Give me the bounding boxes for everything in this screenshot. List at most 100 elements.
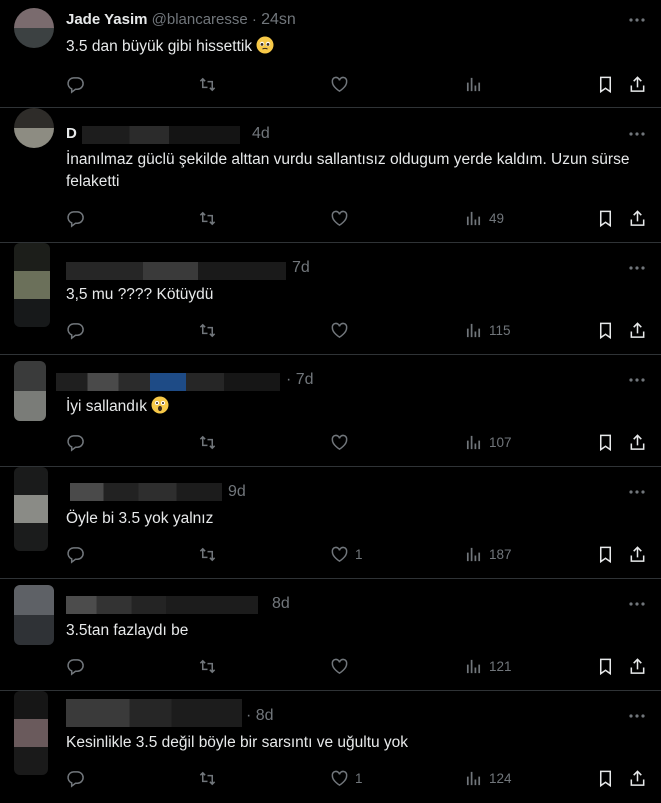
like-icon [330,209,349,228]
bookmark-button[interactable] [596,542,615,566]
bookmark-icon [596,657,615,676]
reply-text: Öyle bi 3.5 yok yalnız [66,510,214,527]
views-button[interactable]: 187 [464,542,512,566]
reply-time: · 8d [246,706,274,726]
bookmark-button[interactable] [596,206,615,230]
blurred-author [56,373,280,391]
blurred-author [70,483,222,501]
views-button[interactable]: 107 [464,430,512,454]
reply-text-content: 3.5 dan büyük gibi hissettik [66,38,253,55]
retweet-button[interactable] [198,318,217,342]
timestamp[interactable]: · 7d [286,371,314,388]
like-button[interactable] [330,72,355,96]
avatar[interactable] [14,361,46,421]
timestamp[interactable]: · 8d [246,707,274,724]
reply-item[interactable]: Jade Yasim @blancaresse · 24sn 3.5 dan b… [0,0,661,108]
more-icon[interactable] [627,594,647,614]
reply-text: Kesinlikle 3.5 değil böyle bir sarsıntı … [66,734,409,751]
like-icon [330,321,349,340]
like-icon [330,657,349,676]
bookmark-button[interactable] [596,430,615,454]
avatar[interactable] [14,8,54,48]
timestamp[interactable]: 9d [228,483,246,500]
avatar[interactable] [14,108,54,148]
more-icon[interactable] [627,258,647,278]
reply-item[interactable]: 7d 3,5 mu ???? Kötüydü 115 [0,243,661,355]
like-button[interactable] [330,430,355,454]
views-button[interactable]: 115 [464,318,511,342]
like-button[interactable]: 1 [330,766,363,790]
author-handle[interactable]: @blancaresse [152,11,248,28]
retweet-button[interactable] [198,542,217,566]
bookmark-button[interactable] [596,766,615,790]
reply-time: 9d [228,482,246,502]
reply-button[interactable] [66,318,85,342]
reply-item[interactable]: 9d Öyle bi 3.5 yok yalnız 1 187 [0,467,661,579]
author-name[interactable]: D [66,125,77,142]
retweet-button[interactable] [198,72,217,96]
more-icon[interactable] [627,10,647,30]
share-icon [628,433,647,452]
reply-item[interactable]: 8d 3.5tan fazlaydı be 121 [0,579,661,691]
reply-text: 3.5tan fazlaydı be [66,622,189,639]
reply-button[interactable] [66,206,85,230]
share-button[interactable] [628,430,647,454]
timestamp[interactable]: 8d [272,595,290,612]
views-count: 187 [489,546,512,562]
share-button[interactable] [628,206,647,230]
like-button[interactable]: 1 [330,542,363,566]
more-icon[interactable] [627,706,647,726]
timestamp[interactable]: 7d [292,259,310,276]
timestamp[interactable]: 24sn [261,11,296,28]
reply-button[interactable] [66,766,85,790]
blurred-handle [82,126,240,144]
more-icon[interactable] [627,482,647,502]
share-button[interactable] [628,72,647,96]
timestamp[interactable]: 4d [252,125,270,142]
share-button[interactable] [628,318,647,342]
like-icon [330,545,349,564]
like-button[interactable] [330,318,355,342]
retweet-icon [198,75,217,94]
reply-icon [66,75,85,94]
reply-button[interactable] [66,542,85,566]
retweet-button[interactable] [198,766,217,790]
like-icon [330,433,349,452]
retweet-button[interactable] [198,654,217,678]
share-button[interactable] [628,766,647,790]
views-button[interactable]: 124 [464,766,512,790]
astonished-face-emoji [151,396,169,414]
author-name[interactable]: Jade Yasim [66,11,147,28]
reply-button[interactable] [66,654,85,678]
views-button[interactable]: 121 [464,654,512,678]
retweet-icon [198,209,217,228]
like-count: 1 [355,770,363,786]
like-button[interactable] [330,206,355,230]
views-button[interactable] [464,72,489,96]
more-icon[interactable] [627,370,647,390]
bookmark-button[interactable] [596,318,615,342]
views-icon [464,769,483,788]
share-icon [628,209,647,228]
more-icon[interactable] [627,124,647,144]
reply-item[interactable]: · 7d İyi sallandık 107 [0,355,661,467]
share-button[interactable] [628,542,647,566]
bookmark-icon [596,321,615,340]
bookmark-button[interactable] [596,654,615,678]
reply-button[interactable] [66,430,85,454]
retweet-button[interactable] [198,206,217,230]
views-button[interactable]: 49 [464,206,504,230]
share-button[interactable] [628,654,647,678]
views-icon [464,545,483,564]
like-button[interactable] [330,654,355,678]
avatar[interactable] [14,691,48,775]
avatar[interactable] [14,243,50,327]
retweet-button[interactable] [198,430,217,454]
reply-button[interactable] [66,72,85,96]
reply-item[interactable]: · 8d Kesinlikle 3.5 değil böyle bir sars… [0,691,661,803]
reply-item[interactable]: D 4d İnanılmaz güclü şekilde alttan vurd… [0,108,661,243]
avatar[interactable] [14,467,48,551]
avatar[interactable] [14,585,54,645]
share-icon [628,75,647,94]
bookmark-button[interactable] [596,72,615,96]
